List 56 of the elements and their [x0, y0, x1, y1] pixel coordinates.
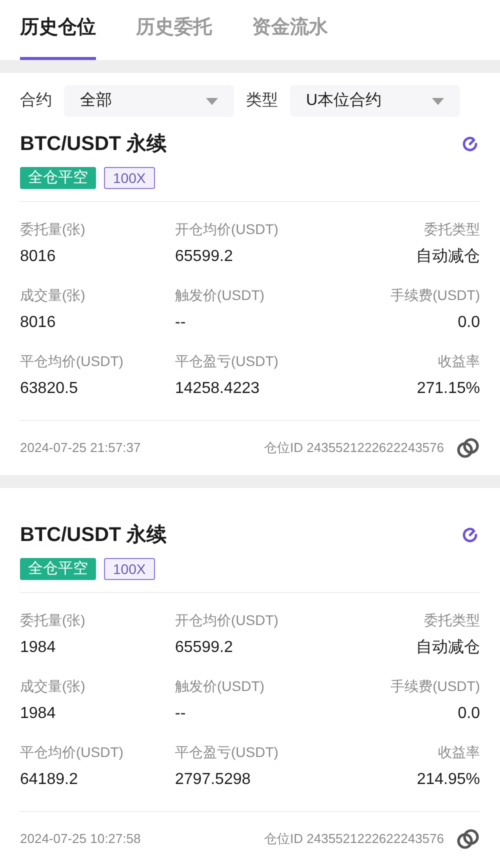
- field-value: 65599.2: [175, 247, 233, 267]
- position-tag: 全仓平空: [20, 558, 96, 580]
- field-label: 委托类型: [424, 611, 480, 630]
- field-label: 触发价(USDT): [175, 286, 264, 305]
- field-label: 平仓均价(USDT): [20, 743, 124, 762]
- link-icon[interactable]: [456, 828, 480, 850]
- leverage-tag: 100X: [104, 558, 155, 580]
- field-label: 成交量(张): [20, 677, 86, 696]
- field-label: 平仓盈亏(USDT): [175, 743, 278, 762]
- field-label: 委托量(张): [20, 611, 86, 630]
- close-time: 2024-07-25 21:57:37: [20, 439, 141, 458]
- field-label: 平仓盈亏(USDT): [175, 352, 278, 371]
- field-value: 63820.5: [20, 379, 78, 399]
- field-value: 2797.5298: [175, 770, 251, 790]
- field-label: 手续费(USDT): [390, 286, 480, 305]
- field-value: 自动减仓: [416, 247, 480, 267]
- field-label: 成交量(张): [20, 286, 86, 305]
- field-value: 8016: [20, 313, 56, 333]
- position-id: 仓位ID 2435521222622243576: [264, 439, 444, 458]
- link-icon[interactable]: [456, 437, 480, 459]
- caret-icon: [432, 98, 444, 104]
- field-label: 收益率: [438, 743, 480, 762]
- filter-dropdown[interactable]: 全部: [64, 85, 234, 117]
- contract-title: BTC/USDT 永续: [20, 522, 167, 548]
- field-label: 收益率: [438, 352, 480, 371]
- field-value: 0.0: [458, 704, 480, 724]
- field-label: 平仓均价(USDT): [20, 352, 124, 371]
- field-value: 1984: [20, 704, 56, 724]
- field-value: 1984: [20, 638, 56, 658]
- filter-label: 合约: [20, 91, 52, 111]
- contract-title: BTC/USDT 永续: [20, 132, 167, 157]
- field-label: 开仓均价(USDT): [175, 220, 278, 239]
- field-value: 64189.2: [20, 770, 78, 790]
- field-value: 自动减仓: [416, 638, 480, 658]
- field-label: 开仓均价(USDT): [175, 611, 278, 630]
- field-value: --: [175, 704, 186, 724]
- position-tag: 全仓平空: [20, 167, 96, 189]
- field-value: --: [175, 313, 186, 333]
- filter-label: 类型: [246, 90, 278, 111]
- field-label: 委托类型: [424, 220, 480, 239]
- refresh-icon[interactable]: [460, 134, 480, 154]
- field-value: 271.15%: [416, 379, 480, 399]
- refresh-icon[interactable]: [460, 525, 480, 545]
- caret-icon: [206, 98, 218, 104]
- position-id: 仓位ID 2435521222622243576: [264, 830, 444, 848]
- close-time: 2024-07-25 10:27:58: [20, 830, 141, 848]
- field-value: 8016: [20, 247, 56, 267]
- field-label: 委托量(张): [20, 220, 86, 239]
- field-value: 0.0: [458, 313, 480, 333]
- field-value: 14258.4223: [175, 379, 260, 399]
- field-value: 65599.2: [175, 638, 233, 658]
- field-label: 手续费(USDT): [390, 677, 480, 696]
- field-value: 214.95%: [416, 770, 480, 790]
- filter-dropdown[interactable]: U本位合约: [290, 85, 460, 117]
- field-label: 触发价(USDT): [175, 677, 264, 696]
- leverage-tag: 100X: [104, 167, 155, 189]
